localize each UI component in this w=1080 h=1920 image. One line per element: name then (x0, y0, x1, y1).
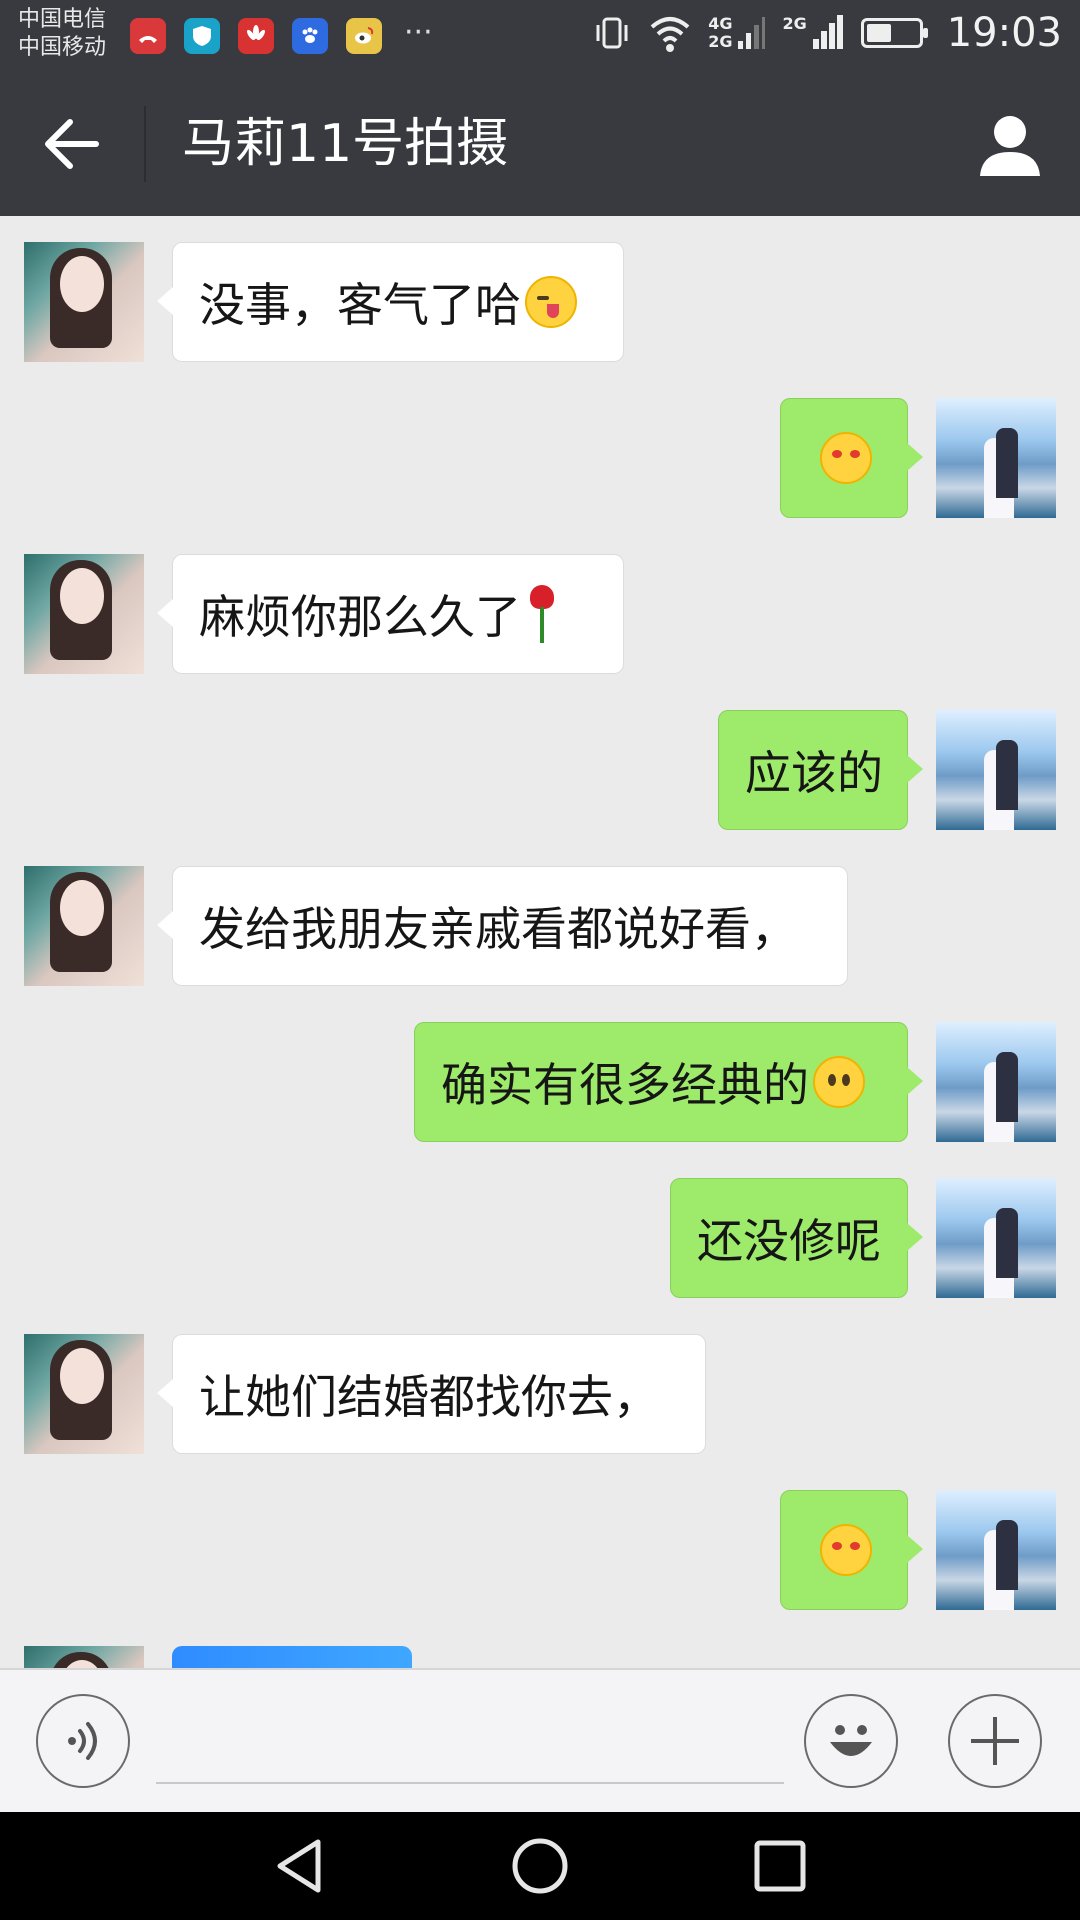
blush-emoji-icon (820, 432, 872, 484)
message-row-incoming: 麻烦你那么久了 (0, 554, 1080, 674)
message-bubble[interactable] (780, 1490, 923, 1610)
message-row-outgoing (0, 1490, 1080, 1610)
my-avatar[interactable] (936, 1490, 1056, 1610)
voice-button[interactable] (36, 1694, 130, 1788)
weibo-icon (346, 18, 382, 54)
message-row-outgoing: 应该的 (0, 710, 1080, 830)
message-text: 应该的 (745, 746, 883, 800)
message-text: 确实有很多经典的 (441, 1058, 809, 1112)
message-text: 发给我朋友亲戚看都说好看， (199, 902, 797, 956)
network-type-2: 2G (708, 32, 733, 51)
missed-call-icon (130, 18, 166, 54)
message-row-incoming: 没事，客气了哈 (0, 242, 1080, 362)
message-bubble[interactable]: 发给我朋友亲戚看都说好看， (157, 866, 848, 986)
chat-info-button[interactable] (976, 110, 1044, 178)
clock: 19:03 (946, 10, 1062, 56)
signal-sim2: 2G (782, 15, 844, 51)
more-options-button[interactable] (948, 1694, 1042, 1788)
voice-icon (68, 1722, 97, 1760)
baidu-paw-icon (292, 18, 328, 54)
contact-avatar[interactable] (24, 242, 144, 362)
huawei-icon (238, 18, 274, 54)
person-icon (980, 116, 1040, 176)
network-type-1: 4G (708, 14, 733, 33)
back-button[interactable] (36, 112, 106, 176)
emoji-face-icon (830, 1725, 872, 1756)
battery-icon (860, 18, 928, 48)
triangle-back-icon (277, 1839, 321, 1893)
my-avatar[interactable] (936, 710, 1056, 830)
message-row-incoming (0, 1646, 1080, 1668)
chat-header: 马莉11号拍摄 (0, 72, 1080, 216)
vibrate-icon (596, 17, 628, 49)
contact-avatar[interactable] (24, 1334, 144, 1454)
message-text: 让她们结婚都找你去， (199, 1370, 659, 1424)
wifi-icon (650, 17, 690, 52)
system-nav-bar (0, 1812, 1080, 1920)
status-indicators: 4G 2G 2G 19:03 (592, 10, 1062, 56)
signal-bars-icon (738, 17, 766, 49)
message-bubble[interactable] (780, 398, 923, 518)
network-type-3: 2G (782, 14, 807, 33)
nav-home-button[interactable] (510, 1836, 570, 1896)
page-title: 马莉11号拍摄 (182, 114, 509, 174)
my-avatar[interactable] (936, 1178, 1056, 1298)
message-row-outgoing: 还没修呢 (0, 1178, 1080, 1298)
rose-emoji-icon (527, 585, 557, 643)
message-bubble[interactable]: 应该的 (718, 710, 923, 830)
contact-avatar[interactable] (24, 866, 144, 986)
message-row-incoming: 发给我朋友亲戚看都说好看， (0, 866, 1080, 986)
square-recents-icon (754, 1840, 806, 1892)
circle-home-icon (512, 1838, 568, 1894)
wink-emoji-icon (525, 276, 577, 328)
signal-sim1: 4G 2G (708, 15, 766, 51)
more-notifications-icon: ··· (404, 15, 433, 50)
image-message[interactable] (172, 1646, 412, 1668)
nav-back-button[interactable] (270, 1836, 330, 1896)
message-row-outgoing: 确实有很多经典的 (0, 1022, 1080, 1142)
message-text: 没事，客气了哈 (199, 278, 521, 332)
contact-avatar[interactable] (24, 1646, 144, 1668)
plus-icon (971, 1717, 1019, 1765)
my-avatar[interactable] (936, 398, 1056, 518)
message-text: 麻烦你那么久了 (199, 590, 521, 644)
message-bubble[interactable]: 确实有很多经典的 (414, 1022, 923, 1142)
message-bubble[interactable]: 还没修呢 (670, 1178, 923, 1298)
carrier-1: 中国电信 (18, 7, 107, 32)
smile-emoji-icon (813, 1056, 865, 1108)
status-bar: 中国电信 中国移动 ··· 4G 2G 2G 19:03 (0, 0, 1080, 72)
shield-icon (184, 18, 220, 54)
message-row-incoming: 让她们结婚都找你去， (0, 1334, 1080, 1454)
back-arrow-icon (45, 119, 99, 169)
blush-emoji-icon (820, 1524, 872, 1576)
message-list[interactable]: 没事，客气了哈 麻烦你那么久了 应该的 发给我朋友亲戚看都说好看， 确实有很多经… (0, 216, 1080, 1668)
notification-icons: ··· (130, 18, 433, 54)
my-avatar[interactable] (936, 1022, 1056, 1142)
carrier-2: 中国移动 (18, 35, 107, 60)
emoji-button[interactable] (804, 1694, 898, 1788)
contact-avatar[interactable] (24, 554, 144, 674)
message-row-outgoing (0, 398, 1080, 518)
message-text: 还没修呢 (697, 1214, 881, 1268)
nav-recents-button[interactable] (750, 1836, 810, 1896)
message-input-bar (0, 1668, 1080, 1812)
message-bubble[interactable]: 麻烦你那么久了 (157, 554, 624, 674)
signal-bars-icon (812, 15, 843, 49)
carrier-names: 中国电信 中国移动 (18, 6, 106, 62)
message-input[interactable] (156, 1710, 784, 1784)
message-bubble[interactable]: 让她们结婚都找你去， (157, 1334, 706, 1454)
message-bubble[interactable]: 没事，客气了哈 (157, 242, 624, 362)
header-divider (144, 106, 146, 182)
